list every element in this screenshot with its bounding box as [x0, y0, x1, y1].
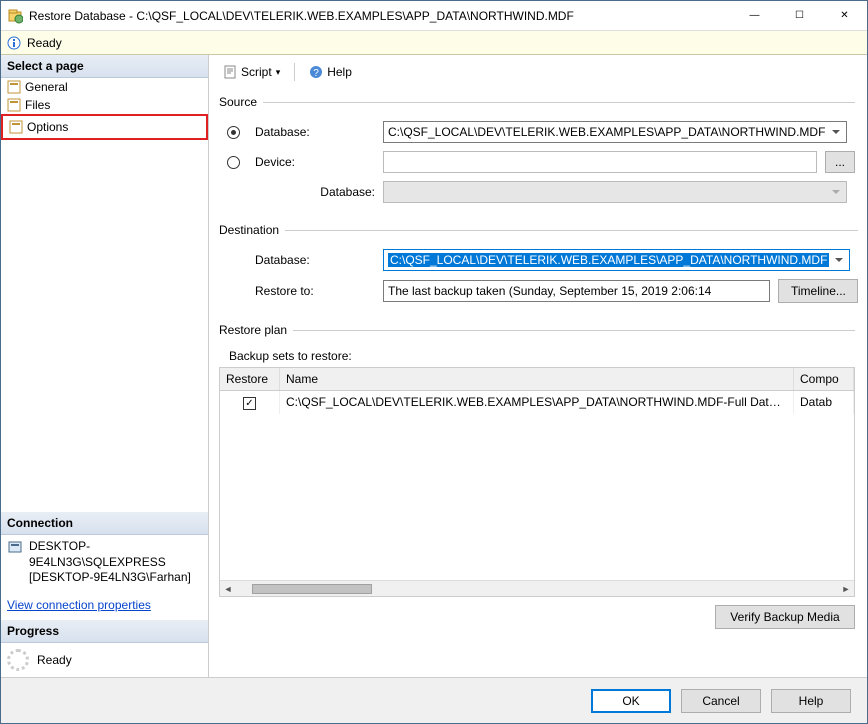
svg-text:?: ? [313, 68, 319, 79]
view-connection-link[interactable]: View connection properties [1, 590, 208, 620]
close-button[interactable]: ✕ [822, 1, 867, 31]
script-button[interactable]: Script ▾ [219, 63, 284, 81]
source-database-value: C:\QSF_LOCAL\DEV\TELERIK.WEB.EXAMPLES\AP… [388, 125, 825, 139]
help-footer-button[interactable]: Help [771, 689, 851, 713]
page-icon [7, 80, 21, 94]
destination-legend: Destination [219, 223, 285, 237]
col-component[interactable]: Compo [794, 368, 854, 390]
destination-database-combo[interactable]: C:\QSF_LOCAL\DEV\TELERIK.WEB.EXAMPLES\AP… [383, 249, 850, 271]
restore-to-value: The last backup taken (Sunday, September… [388, 284, 711, 298]
window-title: Restore Database - C:\QSF_LOCAL\DEV\TELE… [29, 9, 732, 23]
connection-user: [DESKTOP-9E4LN3G\Farhan] [29, 570, 202, 586]
device-browse-button[interactable]: ... [825, 151, 855, 173]
destination-group: Destination Database: C:\QSF_LOCAL\DEV\T… [219, 223, 858, 307]
content-toolbar: Script ▾ ? Help [219, 61, 855, 89]
destination-database-label: Database: [255, 253, 375, 267]
source-database-radio[interactable] [227, 126, 240, 139]
status-text: Ready [27, 36, 62, 50]
ok-button[interactable]: OK [591, 689, 671, 713]
connection-server: DESKTOP-9E4LN3G\SQLEXPRESS [29, 539, 202, 570]
scroll-right-icon[interactable]: ► [838, 581, 854, 597]
page-icon [7, 98, 21, 112]
source-device-radio[interactable] [227, 156, 240, 169]
nav-label: Files [25, 98, 50, 112]
source-device-label: Device: [255, 155, 375, 169]
scroll-left-icon[interactable]: ◄ [220, 581, 236, 597]
restore-plan-legend: Restore plan [219, 323, 293, 337]
nav-label: Options [27, 120, 68, 134]
scroll-thumb[interactable] [252, 584, 372, 594]
verify-backup-button[interactable]: Verify Backup Media [715, 605, 855, 629]
help-button[interactable]: ? Help [305, 63, 356, 81]
device-database-combo [383, 181, 847, 203]
nav-general[interactable]: General [1, 78, 208, 96]
script-icon [223, 65, 237, 79]
status-strip: Ready [1, 31, 867, 55]
source-database-combo[interactable]: C:\QSF_LOCAL\DEV\TELERIK.WEB.EXAMPLES\AP… [383, 121, 847, 143]
select-page-header: Select a page [1, 55, 208, 78]
col-name[interactable]: Name [280, 368, 794, 390]
sidebar: Select a page General Files Options Conn… [1, 55, 209, 677]
destination-database-value: C:\QSF_LOCAL\DEV\TELERIK.WEB.EXAMPLES\AP… [388, 253, 829, 267]
script-label: Script [241, 65, 272, 79]
progress-spinner-icon [7, 649, 29, 671]
page-icon [9, 120, 23, 134]
maximize-button[interactable]: ☐ [777, 1, 822, 31]
connection-header: Connection [1, 512, 208, 535]
device-database-label: Database: [255, 185, 375, 199]
source-legend: Source [219, 95, 263, 109]
row-component: Datab [794, 391, 854, 414]
restore-to-input[interactable]: The last backup taken (Sunday, September… [383, 280, 770, 302]
help-icon: ? [309, 65, 323, 79]
horizontal-scrollbar[interactable]: ◄ ► [220, 580, 854, 596]
restore-checkbox[interactable]: ✓ [243, 397, 256, 410]
backup-sets-table: Restore Name Compo ✓ C:\QSF_LOCAL\DEV\TE… [219, 367, 855, 597]
connection-info: DESKTOP-9E4LN3G\SQLEXPRESS [DESKTOP-9E4L… [1, 535, 208, 590]
page-nav: General Files Options [1, 78, 208, 140]
server-icon [7, 539, 23, 586]
table-row[interactable]: ✓ C:\QSF_LOCAL\DEV\TELERIK.WEB.EXAMPLES\… [220, 391, 854, 414]
info-icon [7, 36, 21, 50]
col-restore[interactable]: Restore [220, 368, 280, 390]
source-device-input[interactable] [383, 151, 817, 173]
help-label: Help [327, 65, 352, 79]
nav-label: General [25, 80, 68, 94]
nav-files[interactable]: Files [1, 96, 208, 114]
source-database-label: Database: [255, 125, 375, 139]
window-controls: — ☐ ✕ [732, 1, 867, 31]
progress-text: Ready [37, 653, 72, 667]
backup-sets-label: Backup sets to restore: [219, 345, 855, 367]
titlebar: Restore Database - C:\QSF_LOCAL\DEV\TELE… [1, 1, 867, 31]
minimize-button[interactable]: — [732, 1, 777, 31]
restore-plan-group: Restore plan Backup sets to restore: Res… [219, 323, 855, 661]
restore-db-icon [7, 8, 23, 24]
timeline-button[interactable]: Timeline... [778, 279, 858, 303]
progress-header: Progress [1, 620, 208, 643]
dropdown-icon: ▾ [276, 67, 281, 78]
nav-options[interactable]: Options [1, 114, 208, 140]
content-pane: Script ▾ ? Help Source Database: C:\QSF_… [209, 55, 867, 677]
row-name: C:\QSF_LOCAL\DEV\TELERIK.WEB.EXAMPLES\AP… [280, 391, 794, 414]
toolbar-separator [294, 63, 295, 81]
restore-to-label: Restore to: [255, 284, 375, 298]
cancel-button[interactable]: Cancel [681, 689, 761, 713]
source-group: Source Database: C:\QSF_LOCAL\DEV\TELERI… [219, 95, 855, 207]
dialog-footer: OK Cancel Help [1, 677, 867, 723]
progress-body: Ready [1, 643, 208, 677]
table-header: Restore Name Compo [220, 368, 854, 391]
